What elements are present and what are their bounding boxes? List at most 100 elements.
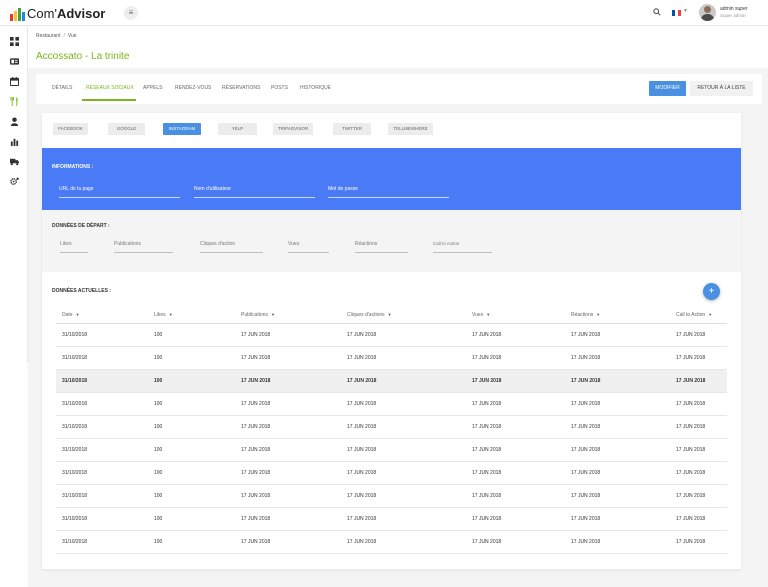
social-network-selector: FACEBOOK GOOGLE INSTAGRAM YELP TRIPADVIS… <box>42 113 741 149</box>
tab-reservations[interactable]: RÉSERVATIONS <box>222 85 260 91</box>
column-header-publications[interactable]: Publications ▼ <box>235 307 341 324</box>
table-cell-publications: 17 JUN 2018 <box>235 530 341 555</box>
table-row[interactable]: 31/10/2018 100 17 JUN 2018 17 JUN 2018 17 JU… <box>56 346 727 370</box>
table-header-row: Date ▼ Likes ▼ Publications ▼ Cliques d'action… <box>56 307 727 324</box>
start-action-clicks-field[interactable]: Cliques d'action <box>200 241 263 253</box>
table-row[interactable]: 31/10/2018 100 17 JUN 2018 17 JUN 2018 17 JU… <box>56 484 727 509</box>
start-call-to-action-field[interactable]: Call to Action <box>433 241 492 253</box>
menu-toggle-button[interactable]: ≡ <box>124 6 138 20</box>
add-entry-button[interactable]: + <box>703 283 720 300</box>
dashboard-icon[interactable] <box>9 36 19 46</box>
column-header-label: Call to Action <box>676 311 706 318</box>
social-tellmewhere-button[interactable]: TELLMEWHERE <box>388 123 433 135</box>
table-cell-reactions: 17 JUN 2018 <box>565 507 670 532</box>
user-name[interactable]: admin super <box>720 6 748 12</box>
social-network-card: FACEBOOK GOOGLE INSTAGRAM YELP TRIPADVIS… <box>42 113 741 569</box>
table-cell-call-to-action: 17 JUN 2018 <box>670 369 727 393</box>
flag-stripe <box>678 10 681 16</box>
breadcrumb-item-restaurant[interactable]: Restaurant <box>36 33 60 39</box>
table-cell-call-to-action: 17 JUN 2018 <box>670 484 727 509</box>
brand-name-bold: Advisor <box>56 6 106 21</box>
top-bar: Com'Advisor ≡ ▼ admin super Super admin <box>0 0 768 26</box>
username-field[interactable]: Nom d'utilisateur <box>194 186 315 198</box>
avatar[interactable] <box>699 4 716 21</box>
table-row[interactable]: 31/10/2018 100 17 JUN 2018 17 JUN 2018 17 JU… <box>56 438 727 463</box>
table-cell-action-clicks: 17 JUN 2018 <box>341 323 466 347</box>
social-yelp-button[interactable]: YELP <box>218 123 257 135</box>
table-body: 31/10/2018 100 17 JUN 2018 17 JUN 2018 17 JU… <box>56 323 727 555</box>
social-twitter-button[interactable]: TWITTER <box>333 123 371 135</box>
start-publications-field[interactable]: Publications <box>114 241 173 253</box>
table-row[interactable]: 31/10/2018 100 17 JUN 2018 17 JUN 2018 17 JU… <box>56 392 727 416</box>
tab-details[interactable]: DÉTAILS <box>52 85 72 91</box>
id-card-icon[interactable] <box>9 56 19 66</box>
sort-icon[interactable]: ▼ <box>388 312 392 317</box>
tab-calls[interactable]: APPELS <box>143 85 162 91</box>
calendar-icon[interactable] <box>9 76 19 86</box>
page-url-field[interactable]: URL de la page <box>59 186 180 198</box>
column-header-reactions[interactable]: Réactions ▼ <box>565 307 670 324</box>
logo-bar <box>14 11 17 21</box>
sort-icon[interactable]: ▼ <box>271 312 275 317</box>
table-cell-views: 17 JUN 2018 <box>466 507 565 532</box>
start-reactions-field[interactable]: Réactions <box>355 241 408 253</box>
table-cell-likes: 100 <box>148 484 235 509</box>
language-flag-icon[interactable] <box>672 10 681 16</box>
sort-icon[interactable]: ▼ <box>708 312 712 317</box>
sort-icon[interactable]: ▼ <box>76 312 80 317</box>
sort-icon[interactable]: ▼ <box>486 312 490 317</box>
start-likes-field[interactable]: Likes <box>60 241 88 253</box>
table-cell-reactions: 17 JUN 2018 <box>565 461 670 486</box>
user-icon[interactable] <box>9 116 19 126</box>
social-google-button[interactable]: GOOGLE <box>108 123 145 135</box>
chart-icon[interactable] <box>9 136 19 146</box>
table-cell-likes: 100 <box>148 507 235 532</box>
back-to-list-button[interactable]: RETOUR À LA LISTE <box>690 81 753 96</box>
column-header-date[interactable]: Date ▼ <box>56 307 148 324</box>
table-row[interactable]: 31/10/2018 100 17 JUN 2018 17 JUN 2018 17 JU… <box>56 415 727 439</box>
tab-posts[interactable]: POSTS <box>271 85 288 91</box>
table-cell-likes: 100 <box>148 530 235 555</box>
current-data-table: Date ▼ Likes ▼ Publications ▼ Cliques d'action… <box>56 307 727 555</box>
column-header-views[interactable]: Vues ▼ <box>466 307 565 324</box>
table-row[interactable]: 31/10/2018 100 17 JUN 2018 17 JUN 2018 17 JU… <box>56 369 727 393</box>
table-cell-views: 17 JUN 2018 <box>466 438 565 463</box>
edit-button[interactable]: MODIFIER <box>649 81 686 96</box>
social-instagram-button[interactable]: INSTAGRAM <box>163 123 201 135</box>
start-views-field[interactable]: Vues <box>288 241 329 253</box>
table-cell-reactions: 17 JUN 2018 <box>565 438 670 463</box>
table-cell-action-clicks: 17 JUN 2018 <box>341 438 466 463</box>
social-facebook-button[interactable]: FACEBOOK <box>53 123 88 135</box>
table-cell-call-to-action: 17 JUN 2018 <box>670 530 727 555</box>
settings-icon[interactable] <box>9 176 19 186</box>
tab-social-networks[interactable]: RÉSEAUX SOCIAUX <box>86 85 134 91</box>
truck-icon[interactable] <box>9 156 19 166</box>
column-header-call-to-action[interactable]: Call to Action ▼ <box>670 307 727 324</box>
sort-icon[interactable]: ▼ <box>596 312 600 317</box>
table-cell-call-to-action: 17 JUN 2018 <box>670 346 727 370</box>
chevron-down-icon[interactable]: ▼ <box>683 8 688 14</box>
table-row[interactable]: 31/10/2018 100 17 JUN 2018 17 JUN 2018 17 JU… <box>56 507 727 532</box>
table-cell-likes: 100 <box>148 415 235 439</box>
table-cell-likes: 100 <box>148 323 235 347</box>
column-header-action-clicks[interactable]: Cliques d'actions ▼ <box>341 307 466 324</box>
table-row[interactable]: 31/10/2018 100 17 JUN 2018 17 JUN 2018 17 JU… <box>56 323 727 347</box>
table-cell-action-clicks: 17 JUN 2018 <box>341 415 466 439</box>
table-cell-likes: 100 <box>148 392 235 416</box>
table-cell-views: 17 JUN 2018 <box>466 530 565 555</box>
table-row[interactable]: 31/10/2018 100 17 JUN 2018 17 JUN 2018 17 JU… <box>56 461 727 486</box>
tabs-bar: DÉTAILS RÉSEAUX SOCIAUX APPELS RENDEZ-VO… <box>36 74 762 104</box>
table-row[interactable]: 31/10/2018 100 17 JUN 2018 17 JUN 2018 17 JU… <box>56 530 727 555</box>
logo-bar <box>10 14 13 21</box>
table-cell-likes: 100 <box>148 346 235 370</box>
brand-logo[interactable]: Com'Advisor <box>10 5 105 21</box>
sort-icon[interactable]: ▼ <box>169 312 173 317</box>
tab-appointments[interactable]: RENDEZ-VOUS <box>175 85 211 91</box>
social-tripadvisor-button[interactable]: TRIPADVISOR <box>273 123 313 135</box>
column-header-label: Réactions <box>571 311 594 318</box>
tab-history[interactable]: HISTORIQUE <box>300 85 331 91</box>
password-field[interactable]: Mot de passe <box>328 186 449 198</box>
column-header-likes[interactable]: Likes ▼ <box>148 307 235 324</box>
restaurant-icon[interactable] <box>9 96 19 106</box>
search-icon[interactable] <box>653 8 661 16</box>
